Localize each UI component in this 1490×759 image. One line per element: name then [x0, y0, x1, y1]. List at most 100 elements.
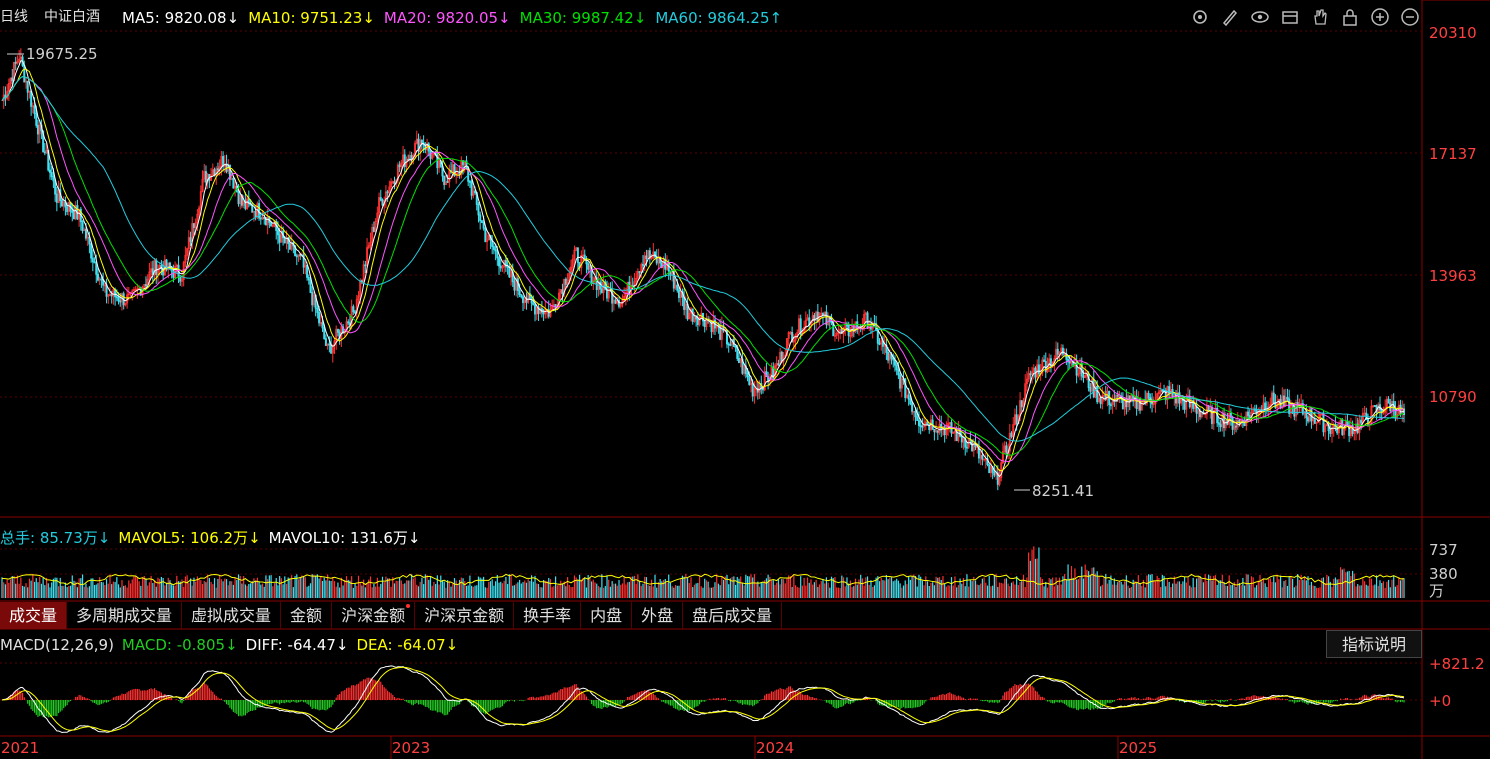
volume-bar	[49, 587, 51, 598]
candle-body	[379, 197, 382, 201]
candle-body	[482, 222, 485, 229]
indicator-help-button[interactable]: 指标说明	[1326, 630, 1422, 658]
volume-bar	[1331, 586, 1333, 598]
volume-bar	[695, 583, 697, 598]
volume-bar	[1293, 587, 1295, 598]
package-icon[interactable]	[1280, 7, 1300, 27]
tab-2[interactable]: 虚拟成交量	[182, 602, 282, 629]
volume-bar	[325, 580, 327, 598]
volume-bar	[385, 576, 387, 598]
tab-5[interactable]: 沪深京金额	[415, 602, 515, 629]
zoom-in-icon[interactable]	[1370, 7, 1390, 27]
volume-bar	[561, 583, 564, 598]
volume-bar	[215, 587, 217, 598]
volume-bar	[731, 576, 733, 598]
candle-body	[683, 296, 686, 310]
macd-axis-label: +0	[1429, 692, 1452, 710]
volume-bar	[767, 574, 769, 598]
volume-axis-label: 380	[1429, 565, 1458, 583]
volume-bar	[837, 587, 840, 598]
volume-bar	[1182, 581, 1184, 598]
volume-bar	[791, 586, 793, 598]
tab-1[interactable]: 多周期成交量	[67, 602, 183, 629]
volume-bar	[582, 577, 584, 598]
volume-bar	[902, 585, 905, 598]
volume-bar	[375, 586, 377, 598]
volume-bar	[901, 587, 903, 598]
candle-body	[1272, 392, 1275, 404]
volume-bar	[993, 574, 995, 598]
candle-body	[479, 214, 482, 222]
volume-bar	[1324, 583, 1326, 598]
eye-icon[interactable]	[1250, 7, 1270, 27]
volume-bar	[957, 585, 959, 598]
volume-bar	[1060, 584, 1062, 598]
price-axis-label: 17137	[1429, 145, 1477, 163]
volume-bar	[1218, 580, 1220, 598]
candle-body	[1037, 364, 1040, 375]
volume-bar	[467, 585, 469, 598]
volume-bar	[716, 574, 718, 598]
volume-bar	[1382, 581, 1385, 598]
candle-body	[30, 90, 33, 107]
volume-bar	[174, 585, 176, 598]
volume-bar	[1043, 586, 1045, 598]
tab-0[interactable]: 成交量	[0, 602, 68, 629]
tab-8[interactable]: 外盘	[632, 602, 684, 629]
volume-bar	[736, 576, 738, 598]
hand-icon[interactable]	[1310, 7, 1330, 27]
settings-icon[interactable]	[1190, 7, 1210, 27]
period-label: 日线	[0, 9, 28, 25]
tab-3[interactable]: 金额	[281, 602, 333, 629]
volume-bar	[260, 584, 262, 598]
volume-bar	[548, 577, 550, 598]
volume-bar	[40, 583, 43, 598]
volume-bar	[1117, 582, 1119, 598]
volume-bar	[537, 583, 540, 598]
volume-bar	[141, 577, 144, 598]
volume-bar	[111, 584, 113, 598]
volume-bar	[1314, 586, 1316, 598]
volume-bar	[899, 583, 901, 598]
volume-bar	[129, 583, 132, 598]
tab-7[interactable]: 内盘	[581, 602, 633, 629]
volume-bar	[1028, 552, 1030, 598]
volume-bar	[30, 580, 32, 598]
volume-bar	[640, 585, 642, 598]
candle-body	[1044, 360, 1047, 373]
volume-bar	[1009, 586, 1011, 598]
candle-body	[748, 376, 751, 385]
volume-bar	[155, 586, 157, 598]
tab-9[interactable]: 盘后成交量	[683, 602, 783, 629]
volume-bar	[1165, 586, 1167, 598]
volume-bar	[553, 586, 555, 598]
volume-bar	[1172, 583, 1174, 598]
volume-bar	[801, 585, 804, 598]
volume-bar	[856, 584, 858, 598]
volume-bar	[848, 583, 850, 598]
trend-arrow: ↓	[633, 9, 647, 27]
volume-bar	[964, 586, 966, 598]
volume-bar	[32, 574, 34, 598]
volume-bar	[781, 578, 783, 598]
volume-bar	[392, 577, 394, 598]
zoom-out-icon[interactable]	[1400, 7, 1420, 27]
volume-bar	[219, 575, 221, 598]
lock-icon[interactable]	[1340, 7, 1360, 27]
volume-bar	[722, 580, 725, 598]
volume-bar	[860, 574, 862, 598]
volume-bar	[1012, 581, 1014, 598]
volume-bar	[805, 585, 807, 598]
volume-bar	[1113, 578, 1115, 598]
volume-bar	[753, 574, 756, 598]
candle-body	[564, 278, 567, 285]
candle-body	[518, 290, 521, 295]
volume-bar	[1250, 576, 1253, 598]
tab-6[interactable]: 换手率	[514, 602, 582, 629]
tab-4[interactable]: 沪深金额	[332, 602, 416, 629]
pen-icon[interactable]	[1220, 7, 1240, 27]
volume-bar	[1125, 575, 1127, 598]
candle-body	[386, 191, 389, 194]
candle-body	[1125, 397, 1128, 408]
volume-bar	[1108, 579, 1110, 598]
